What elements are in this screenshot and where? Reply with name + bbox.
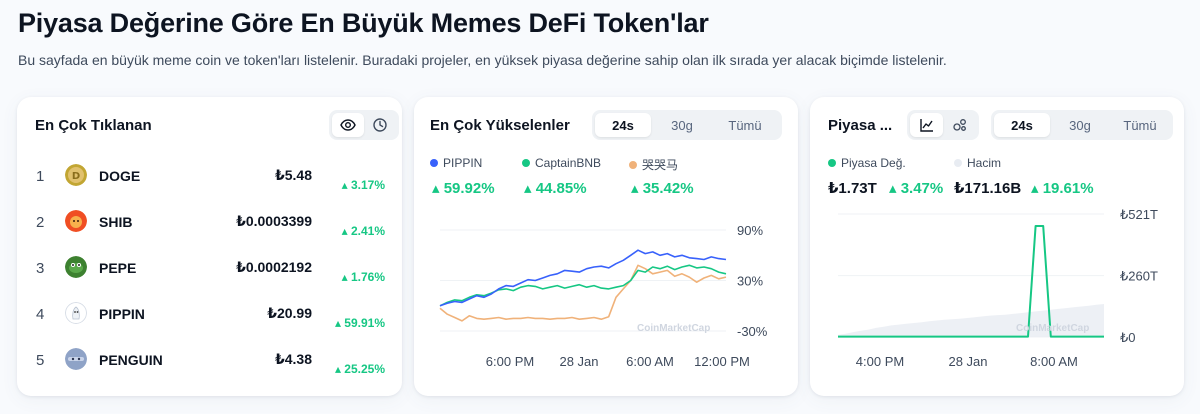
y-tick-label: 30% bbox=[737, 274, 763, 289]
series-line-哭哭马[interactable] bbox=[439, 264, 727, 322]
top-gainers-card: En Çok Yükselenler 24s 30g Tümü PIPPIN C… bbox=[414, 97, 798, 396]
coin-price: ₺5.48 bbox=[275, 167, 312, 183]
coin-price: ₺0.0003399 bbox=[236, 213, 312, 229]
pepe-logo-icon bbox=[65, 256, 87, 278]
coin-symbol: SHIB bbox=[99, 214, 133, 230]
rank: 4 bbox=[36, 306, 45, 323]
gainers-chart[interactable]: 90% 30% -30% 6:00 PM 28 Jan 6:00 AM 12:00 PM bbox=[414, 97, 798, 396]
watermark: CoinMarketCap bbox=[1016, 323, 1090, 334]
coin-price: ₺0.0002192 bbox=[236, 259, 312, 275]
coin-symbol: PIPPIN bbox=[99, 306, 145, 322]
rank: 5 bbox=[36, 352, 45, 369]
list-item[interactable]: 1 D DOGE ₺5.48 ▴ 3.17% bbox=[17, 155, 402, 201]
eye-button[interactable] bbox=[332, 113, 364, 137]
x-tick-label: 6:00 PM bbox=[486, 354, 534, 369]
coin-change: ▴ 25.25% bbox=[334, 362, 385, 376]
list-item[interactable]: 4 PIPPIN ₺20.99 ▴ 59.91% bbox=[17, 293, 402, 339]
y-tick-label: ₺260T bbox=[1120, 269, 1158, 284]
coin-change: ▴ 1.76% bbox=[341, 270, 385, 284]
penguin-logo-icon bbox=[65, 348, 87, 370]
y-tick-label: 90% bbox=[737, 223, 763, 238]
shib-logo-icon bbox=[65, 210, 87, 232]
x-tick-label: 4:00 PM bbox=[856, 354, 904, 369]
series-line-PIPPIN[interactable] bbox=[439, 249, 727, 307]
rank: 2 bbox=[36, 214, 45, 231]
coin-symbol: PENGUIN bbox=[99, 352, 163, 368]
coin-price: ₺4.38 bbox=[275, 351, 312, 367]
market-cap-card: Piyasa ... 24s 30g Tümü Piyasa Değ. Haci… bbox=[810, 97, 1184, 396]
clock-icon bbox=[373, 118, 387, 132]
series-line-CaptainBNB[interactable] bbox=[439, 264, 727, 307]
eye-icon bbox=[340, 119, 356, 131]
list-item[interactable]: 2 SHIB ₺0.0003399 ▴ 2.41% bbox=[17, 201, 402, 247]
coin-symbol: PEPE bbox=[99, 260, 137, 276]
coin-change: ▴ 2.41% bbox=[341, 224, 385, 238]
x-tick-label: 28 Jan bbox=[559, 354, 598, 369]
page-description: Bu sayfada en büyük meme coin ve token'l… bbox=[18, 52, 947, 68]
x-tick-label: 8:00 AM bbox=[1030, 354, 1078, 369]
most-clicked-toggle bbox=[329, 110, 399, 140]
x-tick-label: 28 Jan bbox=[948, 354, 987, 369]
y-tick-label: ₺0 bbox=[1120, 330, 1136, 345]
svg-text:D: D bbox=[72, 171, 80, 182]
coin-change: ▴ 3.17% bbox=[341, 178, 385, 192]
most-clicked-title: En Çok Tıklanan bbox=[35, 117, 152, 134]
y-tick-label: ₺521T bbox=[1120, 207, 1158, 222]
x-tick-label: 12:00 PM bbox=[694, 354, 750, 369]
y-tick-label: -30% bbox=[737, 324, 768, 339]
coin-change: ▴ 59.91% bbox=[334, 316, 385, 330]
clock-button[interactable] bbox=[364, 113, 396, 137]
pippin-logo-icon bbox=[65, 302, 87, 324]
watermark: CoinMarketCap bbox=[637, 323, 711, 334]
list-item[interactable]: 5 PENGUIN ₺4.38 ▴ 25.25% bbox=[17, 339, 402, 385]
rank: 3 bbox=[36, 260, 45, 277]
doge-logo-icon: D bbox=[65, 164, 87, 186]
coin-price: ₺20.99 bbox=[267, 305, 312, 321]
market-cap-chart[interactable]: ₺521T ₺260T ₺0 4:00 PM 28 Jan 8:00 AM bbox=[810, 97, 1184, 396]
coin-symbol: DOGE bbox=[99, 168, 141, 184]
page-title: Piyasa Değerine Göre En Büyük Memes DeFi… bbox=[18, 8, 709, 38]
most-clicked-card: En Çok Tıklanan 1 D DOGE ₺5.48 ▴ 3.17% 2 bbox=[17, 97, 402, 396]
rank: 1 bbox=[36, 168, 45, 185]
list-item[interactable]: 3 PEPE ₺0.0002192 ▴ 1.76% bbox=[17, 247, 402, 293]
x-tick-label: 6:00 AM bbox=[626, 354, 674, 369]
